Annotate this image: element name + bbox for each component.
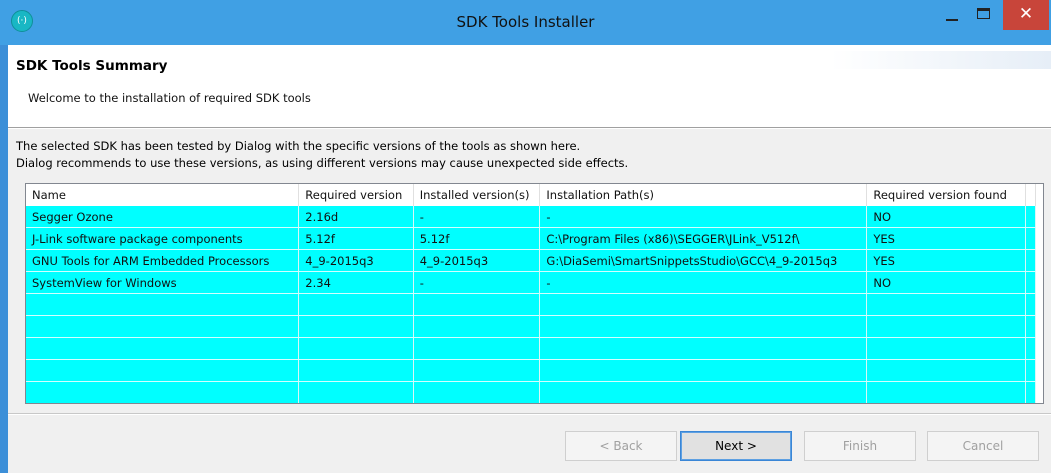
maximize-icon[interactable] <box>970 0 998 31</box>
page-subtitle: Welcome to the installation of required … <box>28 91 311 105</box>
cell-required-version: 2.34 <box>298 271 414 294</box>
cell-installed-version: - <box>413 206 541 228</box>
wizard-client-area: SDK Tools Summary Welcome to the install… <box>8 45 1051 473</box>
cell-empty <box>1025 381 1037 403</box>
table-row-empty <box>26 359 1037 382</box>
cell-installation-path: - <box>539 206 868 228</box>
title-bar[interactable]: (·) SDK Tools Installer ✕ <box>0 0 1051 45</box>
table-row-empty <box>26 293 1037 316</box>
cell-installation-path: - <box>539 271 868 294</box>
column-header-name[interactable]: Name <box>26 184 300 206</box>
minimize-icon[interactable] <box>938 0 966 31</box>
cell-empty <box>26 315 300 338</box>
cell-name: J-Link software package components <box>26 227 300 250</box>
cell-installed-version: 4_9-2015q3 <box>413 249 541 272</box>
tools-table[interactable]: Name Required version Installed version(… <box>25 183 1044 404</box>
cell-installation-path: C:\Program Files (x86)\SEGGER\JLink_V512… <box>539 227 868 250</box>
table-row[interactable]: GNU Tools for ARM Embedded Processors 4_… <box>26 249 1037 272</box>
header-decoration <box>791 45 1051 127</box>
cell-installed-version: 5.12f <box>413 227 541 250</box>
cell-empty <box>413 337 541 360</box>
description-line-1: The selected SDK has been tested by Dial… <box>16 139 581 153</box>
close-icon[interactable]: ✕ <box>1003 0 1049 30</box>
cell-required-version: 2.16d <box>298 206 414 228</box>
cell-version-found: NO <box>866 206 1026 228</box>
wizard-header: SDK Tools Summary Welcome to the install… <box>8 45 1051 127</box>
cell-empty <box>413 381 541 403</box>
footer-divider-highlight <box>8 414 1051 415</box>
cell-empty <box>413 293 541 316</box>
table-row-empty <box>26 315 1037 338</box>
description-line-2: Dialog recommends to use these versions,… <box>16 156 629 170</box>
window-title: SDK Tools Installer <box>456 13 595 31</box>
cell-empty <box>1025 337 1037 360</box>
installer-window: (·) SDK Tools Installer ✕ SDK Tools Summ… <box>0 0 1051 473</box>
table-row[interactable]: Segger Ozone 2.16d - - NO <box>26 206 1037 228</box>
table-row[interactable]: SystemView for Windows 2.34 - - NO <box>26 271 1037 294</box>
cell-filler <box>1025 271 1037 294</box>
cell-empty <box>413 315 541 338</box>
cell-empty <box>298 315 414 338</box>
cancel-button[interactable]: Cancel <box>927 431 1039 461</box>
column-header-installed-version[interactable]: Installed version(s) <box>413 184 541 206</box>
cell-filler <box>1025 227 1037 250</box>
page-title: SDK Tools Summary <box>16 58 168 74</box>
column-header-required-version-found[interactable]: Required version found <box>866 184 1026 206</box>
cell-filler <box>1025 206 1037 228</box>
cell-name: GNU Tools for ARM Embedded Processors <box>26 249 300 272</box>
cell-empty <box>866 315 1026 338</box>
cell-required-version: 4_9-2015q3 <box>298 249 414 272</box>
cell-empty <box>1025 359 1037 382</box>
column-header-installation-path[interactable]: Installation Path(s) <box>539 184 868 206</box>
header-divider-highlight <box>8 128 1051 129</box>
cell-name: SystemView for Windows <box>26 271 300 294</box>
table-row-empty <box>26 337 1037 360</box>
table-row[interactable]: J-Link software package components 5.12f… <box>26 227 1037 250</box>
cell-empty <box>298 337 414 360</box>
tools-table-grid: Name Required version Installed version(… <box>26 184 1037 403</box>
next-button[interactable]: Next > <box>680 431 792 461</box>
cell-version-found: YES <box>866 227 1026 250</box>
table-row-empty <box>26 381 1037 403</box>
column-header-required-version[interactable]: Required version <box>298 184 414 206</box>
column-header-filler <box>1025 184 1037 206</box>
cell-empty <box>298 381 414 403</box>
cell-empty <box>298 293 414 316</box>
cell-filler <box>1025 249 1037 272</box>
cell-empty <box>298 359 414 382</box>
cell-empty <box>26 381 300 403</box>
table-header-row: Name Required version Installed version(… <box>26 184 1037 206</box>
cell-empty <box>866 337 1026 360</box>
back-button[interactable]: < Back <box>565 431 677 461</box>
cell-empty <box>413 359 541 382</box>
cell-empty <box>539 315 868 338</box>
cell-empty <box>539 381 868 403</box>
finish-button[interactable]: Finish <box>804 431 916 461</box>
cell-empty <box>539 337 868 360</box>
cell-empty <box>26 359 300 382</box>
cell-required-version: 5.12f <box>298 227 414 250</box>
cell-empty <box>539 359 868 382</box>
cell-empty <box>866 381 1026 403</box>
cell-name: Segger Ozone <box>26 206 300 228</box>
cell-empty <box>1025 315 1037 338</box>
cell-installation-path: G:\DiaSemi\SmartSnippetsStudio\GCC\4_9-2… <box>539 249 868 272</box>
cell-empty <box>26 293 300 316</box>
cell-empty <box>866 293 1026 316</box>
cell-empty <box>539 293 868 316</box>
cell-empty <box>26 337 300 360</box>
cell-version-found: YES <box>866 249 1026 272</box>
cell-empty <box>866 359 1026 382</box>
cell-empty <box>1025 293 1037 316</box>
cell-installed-version: - <box>413 271 541 294</box>
cell-version-found: NO <box>866 271 1026 294</box>
